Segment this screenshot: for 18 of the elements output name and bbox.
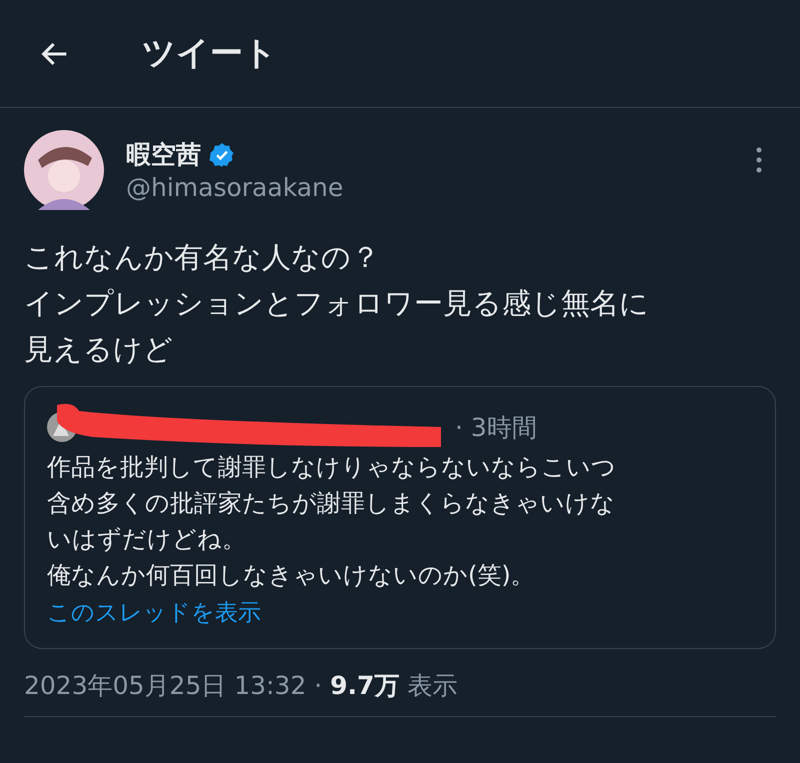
views-label: 表示	[407, 670, 458, 702]
tweet-text: インプレッションとフォロワー見る感じ無名に	[24, 285, 650, 322]
quoted-text: いはずだけどね。	[47, 524, 247, 555]
author-handle[interactable]: @himasoraakane	[126, 173, 734, 202]
tweet-text: これなんか有名な人なの？	[24, 239, 381, 276]
author-name[interactable]: 暇空茜	[126, 138, 201, 171]
quoted-text: 俺なんか何百回しなきゃいけないのか(笑)。	[47, 560, 536, 591]
view-count: 9.7万	[330, 670, 400, 702]
tweet-text: 見えるけど	[24, 331, 174, 368]
quoted-text: 作品を批判して謝罪しなけりゃならないならこいつ	[47, 452, 617, 483]
quoted-time: · 3時間	[455, 412, 537, 444]
avatar[interactable]	[24, 130, 104, 210]
page-title: ツイート	[142, 32, 277, 74]
more-options-icon[interactable]	[756, 147, 762, 173]
quoted-tweet-card[interactable]: · 3時間 作品を批判して謝罪しなけりゃならないならこいつ 含め多くの批評家たちが謝罪しまくらなきゃいけな いはずだけどね。 俺なんか何百回しなきゃいけないのか(笑)。 このスレッドを表示	[24, 386, 776, 649]
quoted-text: 含め多くの批評家たちが謝罪しまくらなきゃいけな	[47, 488, 616, 519]
timestamp: 2023年05月25日 13:32 ·	[24, 670, 322, 702]
show-thread-link[interactable]: このスレッドを表示	[47, 597, 261, 628]
